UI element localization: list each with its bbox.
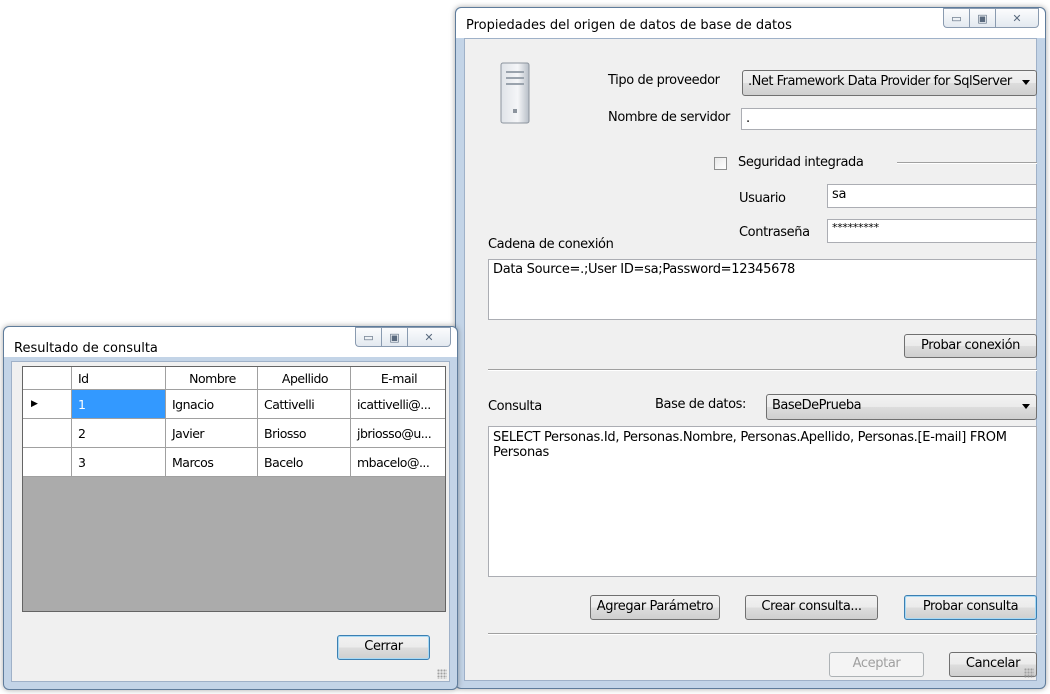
minimize-button[interactable]: ▭ [943, 8, 969, 28]
properties-window-title: Propiedades del origen de datos de base … [466, 18, 792, 33]
section-divider-bottom [488, 633, 1037, 635]
column-header-email[interactable]: E-mail [351, 367, 445, 390]
chevron-down-icon [1022, 404, 1030, 409]
minimize-button[interactable]: ▭ [355, 327, 381, 347]
test-connection-button[interactable]: Probar conexión [904, 334, 1037, 358]
row-header[interactable] [23, 419, 72, 448]
result-window: Resultado de consulta ▭ ▣ ✕ Id Nombre Ap… [3, 326, 458, 690]
cell-email[interactable]: jbriosso@u... [351, 419, 445, 448]
resize-grip[interactable] [437, 669, 447, 679]
grid-header-row: Id Nombre Apellido E-mail [23, 367, 445, 390]
cell-nombre[interactable]: Marcos [166, 448, 258, 477]
close-button[interactable]: ✕ [995, 8, 1039, 28]
integrated-security-label: Seguridad integrada [738, 155, 864, 170]
server-field[interactable]: . [741, 108, 1037, 130]
password-field[interactable]: ********* [827, 219, 1037, 243]
table-row[interactable]: 2 Javier Briosso jbriosso@u... [23, 419, 445, 448]
row-header[interactable] [23, 448, 72, 477]
column-header-id[interactable]: Id [72, 367, 166, 390]
maximize-button[interactable]: ▣ [381, 327, 407, 347]
database-value: BaseDePrueba [772, 398, 862, 413]
cell-email[interactable]: mbacelo@... [351, 448, 445, 477]
integrated-divider [897, 162, 1037, 164]
accept-button[interactable]: Aceptar [829, 652, 924, 677]
provider-label: Tipo de proveedor [608, 73, 720, 88]
cell-id[interactable]: 1 [72, 390, 166, 419]
cell-apellido[interactable]: Bacelo [258, 448, 351, 477]
cell-nombre[interactable]: Ignacio [166, 390, 258, 419]
result-window-title: Resultado de consulta [14, 341, 158, 356]
integrated-security-checkbox[interactable] [714, 157, 727, 170]
user-field[interactable]: sa [827, 184, 1037, 208]
query-label: Consulta [488, 399, 542, 414]
add-parameter-button[interactable]: Agregar Parámetro [590, 595, 720, 620]
database-label: Base de datos: [655, 397, 746, 412]
database-dropdown[interactable]: BaseDePrueba [766, 394, 1037, 420]
cell-apellido[interactable]: Briosso [258, 419, 351, 448]
server-label: Nombre de servidor [608, 110, 730, 125]
properties-window: Propiedades del origen de datos de base … [455, 7, 1046, 689]
query-editor[interactable]: SELECT Personas.Id, Personas.Nombre, Per… [488, 426, 1037, 577]
connection-string-label: Cadena de conexión [488, 237, 614, 252]
results-grid[interactable]: Id Nombre Apellido E-mail ▶ 1 Ignacio Ca… [22, 366, 446, 612]
table-row[interactable]: ▶ 1 Ignacio Cattivelli icattivelli@... [23, 390, 445, 419]
close-button[interactable]: ✕ [407, 327, 451, 347]
grid-corner [23, 367, 72, 390]
table-row[interactable]: 3 Marcos Bacelo mbacelo@... [23, 448, 445, 477]
result-titlebar[interactable]: Resultado de consulta ▭ ▣ ✕ [4, 327, 457, 357]
chevron-down-icon [1022, 80, 1030, 85]
close-dialog-button[interactable]: Cerrar [337, 635, 430, 660]
cell-id[interactable]: 3 [72, 448, 166, 477]
maximize-button[interactable]: ▣ [969, 8, 995, 28]
cell-apellido[interactable]: Cattivelli [258, 390, 351, 419]
section-divider-top [488, 369, 1037, 371]
server-tower-icon [500, 62, 530, 124]
provider-dropdown[interactable]: .Net Framework Data Provider for SqlServ… [742, 70, 1037, 96]
resize-grip[interactable] [1024, 668, 1034, 678]
create-query-button[interactable]: Crear consulta... [745, 595, 878, 620]
row-header[interactable]: ▶ [23, 390, 72, 419]
current-row-icon: ▶ [31, 398, 38, 408]
cell-id[interactable]: 2 [72, 419, 166, 448]
properties-titlebar[interactable]: Propiedades del origen de datos de base … [456, 8, 1045, 38]
column-header-nombre[interactable]: Nombre [166, 367, 258, 390]
test-query-button[interactable]: Probar consulta [904, 595, 1037, 620]
password-label: Contraseña [739, 225, 810, 240]
user-label: Usuario [739, 191, 786, 206]
connection-string-field[interactable]: Data Source=.;User ID=sa;Password=123456… [488, 259, 1037, 320]
cell-nombre[interactable]: Javier [166, 419, 258, 448]
properties-client-area: Tipo de proveedor .Net Framework Data Pr… [464, 38, 1037, 681]
cell-email[interactable]: icattivelli@... [351, 390, 445, 419]
column-header-apellido[interactable]: Apellido [258, 367, 351, 390]
result-client-area: Id Nombre Apellido E-mail ▶ 1 Ignacio Ca… [11, 361, 450, 682]
provider-value: .Net Framework Data Provider for SqlServ… [748, 74, 1012, 89]
